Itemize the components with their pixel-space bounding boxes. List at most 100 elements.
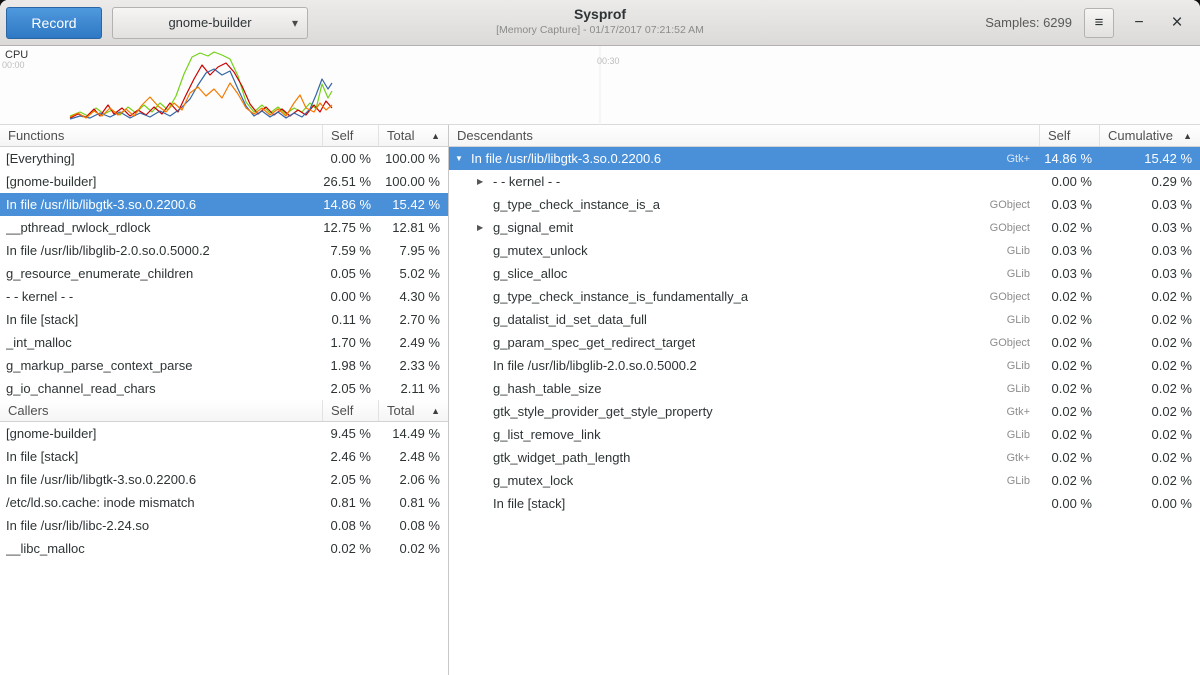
- row-total-percent: 2.49 %: [379, 335, 448, 350]
- column-header-functions[interactable]: Functions: [0, 125, 323, 146]
- table-row[interactable]: /etc/ld.so.cache: inode mismatch0.81 %0.…: [0, 491, 448, 514]
- left-pane: Functions Self Total▲ [Everything]0.00 %…: [0, 125, 449, 675]
- table-row[interactable]: [gnome-builder]26.51 %100.00 %: [0, 170, 448, 193]
- row-cumulative-percent: 0.03 %: [1100, 243, 1200, 258]
- row-self-percent: 12.75 %: [323, 220, 379, 235]
- tree-row[interactable]: g_mutex_unlockGLib0.03 %0.03 %: [449, 239, 1200, 262]
- row-cumulative-percent: 0.02 %: [1100, 289, 1200, 304]
- table-row[interactable]: [gnome-builder]9.45 %14.49 %: [0, 422, 448, 445]
- tree-row[interactable]: ▶- - kernel - -0.00 %0.29 %: [449, 170, 1200, 193]
- row-self-percent: 0.00 %: [323, 151, 379, 166]
- row-total-percent: 4.30 %: [379, 289, 448, 304]
- table-row[interactable]: In file /usr/lib/libglib-2.0.so.0.5000.2…: [0, 239, 448, 262]
- row-symbol-name: g_list_remove_linkGLib: [449, 427, 1040, 442]
- table-row[interactable]: In file [stack]0.11 %2.70 %: [0, 308, 448, 331]
- column-header-callers[interactable]: Callers: [0, 400, 323, 421]
- library-badge: GLib: [999, 268, 1034, 280]
- column-header-cumulative[interactable]: Cumulative▲: [1100, 125, 1200, 146]
- row-symbol-name: __libc_malloc: [0, 541, 323, 556]
- row-symbol-name: In file /usr/lib/libglib-2.0.so.0.5000.2: [0, 243, 323, 258]
- row-total-percent: 15.42 %: [379, 197, 448, 212]
- symbol-name-text: In file /usr/lib/libgtk-3.so.0.2200.6: [471, 151, 661, 166]
- row-self-percent: 0.00 %: [1040, 496, 1100, 511]
- row-total-percent: 14.49 %: [379, 426, 448, 441]
- row-symbol-name: In file [stack]: [0, 312, 323, 327]
- tree-row[interactable]: g_type_check_instance_is_fundamentally_a…: [449, 285, 1200, 308]
- row-total-percent: 0.02 %: [379, 541, 448, 556]
- symbol-name-text: In file [stack]: [6, 449, 78, 464]
- column-header-self[interactable]: Self: [1040, 125, 1100, 146]
- column-label: Self: [1048, 128, 1070, 143]
- tree-row[interactable]: In file /usr/lib/libglib-2.0.so.0.5000.2…: [449, 354, 1200, 377]
- tree-row[interactable]: g_param_spec_get_redirect_targetGObject0…: [449, 331, 1200, 354]
- expander-closed-icon[interactable]: ▶: [477, 223, 493, 232]
- tree-row[interactable]: ▶g_signal_emitGObject0.02 %0.03 %: [449, 216, 1200, 239]
- table-row[interactable]: In file /usr/lib/libgtk-3.so.0.2200.62.0…: [0, 468, 448, 491]
- row-cumulative-percent: 0.03 %: [1100, 197, 1200, 212]
- table-row[interactable]: [Everything]0.00 %100.00 %: [0, 147, 448, 170]
- headerbar-right: Samples: 6299 ≡ − ×: [985, 8, 1194, 38]
- row-symbol-name: In file /usr/lib/libgtk-3.so.0.2200.6: [0, 197, 323, 212]
- minimize-button[interactable]: −: [1126, 8, 1152, 38]
- record-button[interactable]: Record: [6, 7, 102, 39]
- column-header-self[interactable]: Self: [323, 400, 379, 421]
- table-row[interactable]: g_io_channel_read_chars2.05 %2.11 %: [0, 377, 448, 400]
- table-row[interactable]: __libc_malloc0.02 %0.02 %: [0, 537, 448, 560]
- row-cumulative-percent: 0.02 %: [1100, 450, 1200, 465]
- row-cumulative-percent: 0.02 %: [1100, 381, 1200, 396]
- expander-closed-icon[interactable]: ▶: [477, 177, 493, 186]
- row-self-percent: 0.02 %: [1040, 358, 1100, 373]
- table-row[interactable]: In file [stack]2.46 %2.48 %: [0, 445, 448, 468]
- row-symbol-name: g_datalist_id_set_data_fullGLib: [449, 312, 1040, 327]
- menu-button[interactable]: ≡: [1084, 8, 1114, 38]
- table-row[interactable]: In file /usr/lib/libc-2.24.so0.08 %0.08 …: [0, 514, 448, 537]
- column-header-total[interactable]: Total▲: [379, 400, 448, 421]
- tree-row[interactable]: g_list_remove_linkGLib0.02 %0.02 %: [449, 423, 1200, 446]
- row-symbol-name: g_type_check_instance_is_fundamentally_a…: [449, 289, 1040, 304]
- table-row[interactable]: _int_malloc1.70 %2.49 %: [0, 331, 448, 354]
- library-badge: GObject: [982, 222, 1034, 234]
- tree-row[interactable]: g_slice_allocGLib0.03 %0.03 %: [449, 262, 1200, 285]
- row-cumulative-percent: 0.02 %: [1100, 358, 1200, 373]
- row-self-percent: 2.05 %: [323, 472, 379, 487]
- tree-row[interactable]: In file [stack]0.00 %0.00 %: [449, 492, 1200, 515]
- tree-row[interactable]: g_mutex_lockGLib0.02 %0.02 %: [449, 469, 1200, 492]
- tree-row[interactable]: ▼In file /usr/lib/libgtk-3.so.0.2200.6Gt…: [449, 147, 1200, 170]
- library-badge: GLib: [999, 475, 1034, 487]
- row-self-percent: 26.51 %: [323, 174, 379, 189]
- close-button[interactable]: ×: [1164, 8, 1190, 38]
- table-row[interactable]: __pthread_rwlock_rdlock12.75 %12.81 %: [0, 216, 448, 239]
- process-selector-label: gnome-builder: [168, 15, 251, 30]
- table-row[interactable]: g_resource_enumerate_children0.05 %5.02 …: [0, 262, 448, 285]
- row-self-percent: 0.11 %: [323, 312, 379, 327]
- row-symbol-name: g_hash_table_sizeGLib: [449, 381, 1040, 396]
- table-row[interactable]: In file /usr/lib/libgtk-3.so.0.2200.614.…: [0, 193, 448, 216]
- row-self-percent: 0.81 %: [323, 495, 379, 510]
- row-self-percent: 2.05 %: [323, 381, 379, 396]
- row-self-percent: 14.86 %: [323, 197, 379, 212]
- tree-row[interactable]: gtk_style_provider_get_style_propertyGtk…: [449, 400, 1200, 423]
- row-symbol-name: g_io_channel_read_chars: [0, 381, 323, 396]
- tree-row[interactable]: g_type_check_instance_is_aGObject0.03 %0…: [449, 193, 1200, 216]
- row-symbol-name: g_mutex_unlockGLib: [449, 243, 1040, 258]
- tree-row[interactable]: g_hash_table_sizeGLib0.02 %0.02 %: [449, 377, 1200, 400]
- column-header-descendants[interactable]: Descendants: [449, 125, 1040, 146]
- row-self-percent: 9.45 %: [323, 426, 379, 441]
- tree-row[interactable]: gtk_widget_path_lengthGtk+0.02 %0.02 %: [449, 446, 1200, 469]
- row-self-percent: 0.02 %: [1040, 404, 1100, 419]
- table-row[interactable]: g_markup_parse_context_parse1.98 %2.33 %: [0, 354, 448, 377]
- process-selector-dropdown[interactable]: gnome-builder ▾: [112, 7, 308, 39]
- table-row[interactable]: - - kernel - -0.00 %4.30 %: [0, 285, 448, 308]
- column-header-self[interactable]: Self: [323, 125, 379, 146]
- symbol-name-text: In file [stack]: [493, 496, 565, 511]
- symbol-name-text: In file /usr/lib/libc-2.24.so: [6, 518, 149, 533]
- row-symbol-name: g_resource_enumerate_children: [0, 266, 323, 281]
- expander-open-icon[interactable]: ▼: [455, 154, 471, 163]
- time-label-start: 00:00: [2, 60, 25, 70]
- row-symbol-name: In file /usr/lib/libglib-2.0.so.0.5000.2…: [449, 358, 1040, 373]
- descendants-table-header: Descendants Self Cumulative▲: [449, 125, 1200, 147]
- tree-row[interactable]: g_datalist_id_set_data_fullGLib0.02 %0.0…: [449, 308, 1200, 331]
- column-header-total[interactable]: Total▲: [379, 125, 448, 146]
- cpu-timeline[interactable]: CPU 00:00 00:30: [0, 46, 1200, 125]
- symbol-name-text: g_markup_parse_context_parse: [6, 358, 192, 373]
